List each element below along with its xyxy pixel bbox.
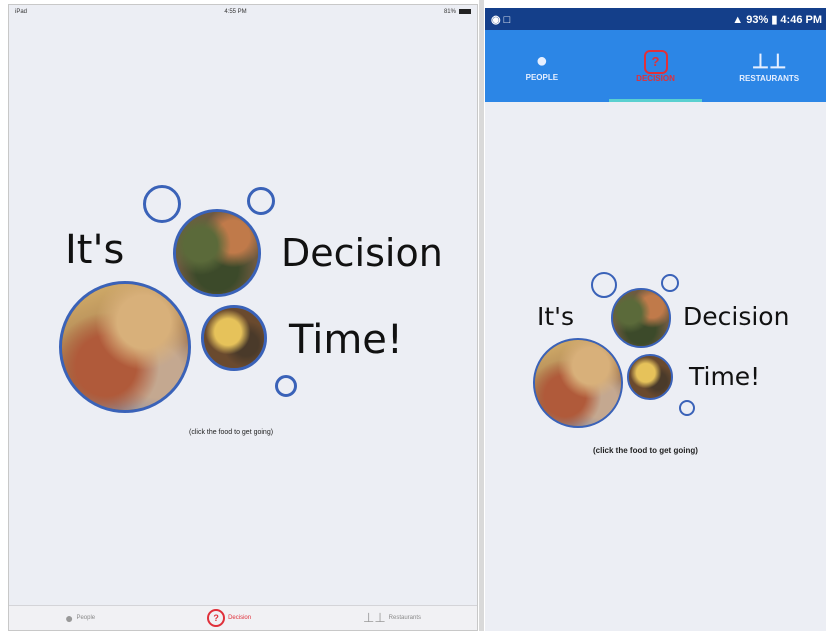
notification-icons: ◉ □ <box>491 13 511 26</box>
tab-restaurants[interactable]: ⊥⊥ RESTAURANTS <box>712 30 826 102</box>
tab-decision[interactable]: ? DECISION <box>599 30 713 102</box>
battery-icon <box>458 8 471 14</box>
status-time: 4:46 PM <box>780 13 822 26</box>
headline-decision: Decision <box>281 231 443 275</box>
android-status-bar: ◉ □ ▲ 93% ▮ 4:46 PM <box>485 8 826 30</box>
tab-label: RESTAURANTS <box>739 74 800 83</box>
headline-time: Time! <box>289 317 403 363</box>
tab-people[interactable]: ● People <box>65 610 95 626</box>
food-bubble-salad[interactable] <box>611 288 671 348</box>
ipad-tab-bar: ● People ? Decision ⊥⊥ Restaurants <box>9 605 477 630</box>
screen-divider <box>479 0 484 631</box>
device-label: iPad <box>15 9 28 15</box>
food-bubble-burrito[interactable] <box>59 281 191 413</box>
person-icon: ● <box>535 50 548 72</box>
question-icon: ? <box>207 609 226 627</box>
decor-ring <box>275 375 297 397</box>
food-bubble-wraps[interactable] <box>627 354 673 400</box>
tab-people[interactable]: ● PEOPLE <box>485 30 599 102</box>
headline-decision: Decision <box>683 302 790 331</box>
tab-label: DECISION <box>636 73 675 83</box>
tab-restaurants[interactable]: ⊥⊥ Restaurants <box>363 610 421 626</box>
hint-text: (click the food to get going) <box>189 429 274 436</box>
person-icon: ● <box>64 610 74 626</box>
headline-its: It's <box>537 302 575 331</box>
tab-label: Decision <box>228 615 252 621</box>
tab-decision[interactable]: ? Decision <box>207 609 251 627</box>
fork-knife-icon: ⊥⊥ <box>363 610 386 625</box>
battery-indicator: 81% <box>444 8 471 15</box>
food-bubble-burrito[interactable] <box>533 338 623 428</box>
decor-ring <box>679 400 695 416</box>
food-bubble-wraps[interactable] <box>201 305 267 371</box>
signal-icon: ▲ <box>732 13 747 26</box>
question-icon: ? <box>643 49 668 74</box>
ipad-screen: iPad 4:55 PM 81% It's Decision Time! (cl… <box>8 4 478 631</box>
tab-label: People <box>76 615 96 621</box>
status-right: ▲ 93% ▮ 4:46 PM <box>732 13 822 26</box>
decor-ring <box>247 187 275 215</box>
tab-label: Restaurants <box>388 615 422 621</box>
android-screen: ◉ □ ▲ 93% ▮ 4:46 PM ● PEOPLE ? DECISION … <box>485 8 826 631</box>
battery-level: 93% <box>746 13 769 26</box>
ipad-status-bar: iPad 4:55 PM 81% <box>9 5 477 19</box>
tab-label: PEOPLE <box>525 73 559 82</box>
headline-its: It's <box>65 227 125 273</box>
headline-time: Time! <box>689 362 761 391</box>
fork-knife-icon: ⊥⊥ <box>751 51 787 73</box>
android-tab-bar: ● PEOPLE ? DECISION ⊥⊥ RESTAURANTS <box>485 30 826 102</box>
status-time: 4:55 PM <box>224 9 247 15</box>
hint-text: (click the food to get going) <box>593 446 698 455</box>
